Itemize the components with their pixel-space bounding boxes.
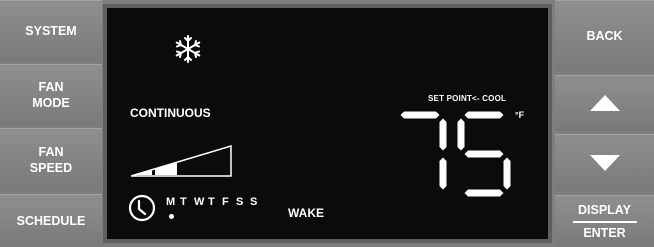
system-button-label: SYSTEM [25,23,77,38]
back-button[interactable]: BACK [555,0,654,72]
thermostat-display: CONTINUOUS M T W T F S S WAKE SET POINT<… [107,8,548,239]
day-saturday: S [236,196,244,208]
day-thursday: T [208,196,215,208]
set-point-label: SET POINT<- COOL [428,94,507,103]
fan-mode-label-line1: FAN [38,79,64,94]
fan-speed-button[interactable]: FAN SPEED [0,128,102,191]
enter-label: ENTER [583,225,626,240]
down-button[interactable] [555,134,654,192]
display-label: DISPLAY [577,202,632,217]
display-enter-divider [572,220,637,223]
fan-speed-label-line1: FAN [38,144,64,159]
fan-mode-value: CONTINUOUS [130,106,211,120]
schedule-days: M T W T F S S [166,196,264,208]
day-friday: F [222,196,229,208]
day-monday: M [166,196,176,208]
schedule-button[interactable]: SCHEDULE [0,194,102,247]
display-enter-button[interactable]: DISPLAY ENTER [555,195,654,247]
fan-mode-button[interactable]: FAN MODE [0,64,102,125]
fan-speed-label-line2: SPEED [29,160,73,175]
temperature-digit-1 [400,111,447,190]
up-button[interactable] [555,75,654,131]
active-day-dot [169,214,174,219]
temperature-unit: °F [515,110,525,120]
day-tuesday: T [180,196,187,208]
fan-mode-label-line2: MODE [32,95,70,110]
system-button[interactable]: SYSTEM [0,0,102,61]
day-wednesday: W [194,196,205,208]
triangle-up-icon [589,95,620,111]
triangle-down-icon [589,155,620,171]
schedule-button-label: SCHEDULE [16,213,86,228]
day-sunday: S [250,196,258,208]
schedule-period: WAKE [288,206,324,220]
temperature-value-text: 75 [107,8,108,9]
temperature-readout [400,111,511,197]
fan-speed-indicator [130,145,232,177]
clock-icon [128,194,156,222]
back-button-label: BACK [586,29,623,43]
snowflake-icon [175,35,201,63]
temperature-digit-2 [457,111,511,197]
